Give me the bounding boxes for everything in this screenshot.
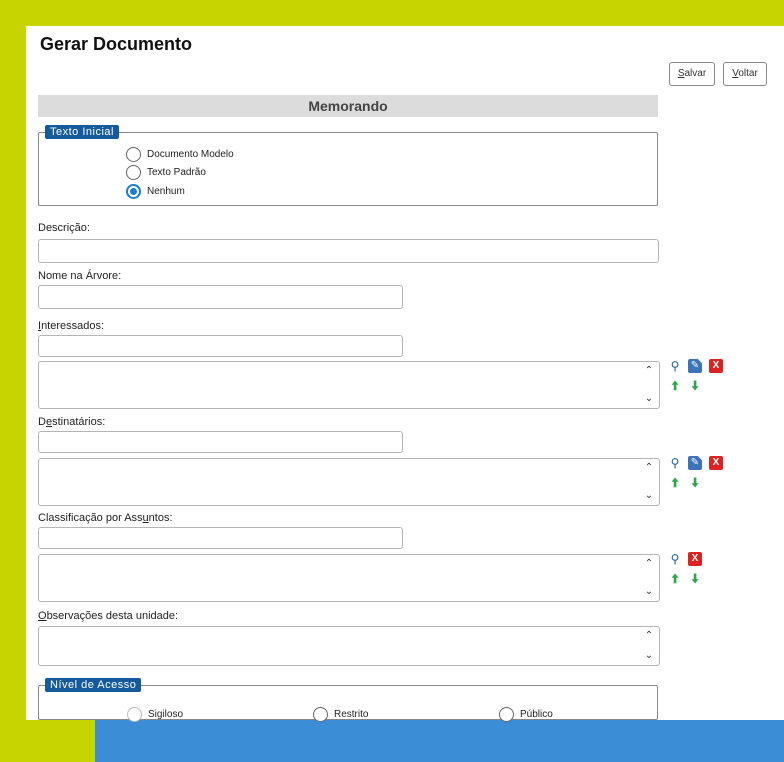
radio-circle[interactable] [499,707,514,722]
destinatarios-label: Destinatários: [38,416,106,428]
classificacao-list[interactable]: ⌃ ⌄ [38,554,660,602]
nome-arvore-label: Nome na Árvore: [38,270,122,282]
descricao-input[interactable] [38,239,659,263]
nome-arvore-input[interactable] [38,285,403,309]
scroll-up-icon[interactable]: ⌃ [643,558,655,570]
interessados-label: Interessados: [38,320,105,332]
nivel-acesso-group: Nível de Acesso Sigiloso Restrito Públic… [38,678,658,722]
scroll-down-icon[interactable]: ⌄ [643,650,655,662]
radio-restrito[interactable]: Restrito [313,707,368,722]
radio-label: Nenhum [147,186,185,197]
main-panel: Gerar Documento Salvar Voltar Memorando … [26,26,784,722]
interessados-list[interactable]: ⌃ ⌄ [38,361,660,409]
radio-label: Público [520,709,553,720]
classificacao-input[interactable] [38,527,403,549]
scroll-up-icon[interactable]: ⌃ [643,462,655,474]
classificacao-tools: ⚲ X 🠩 🠫 [668,552,738,592]
observacoes-label: Observações desta unidade: [38,610,179,622]
observacoes-textarea[interactable]: ⌃ ⌄ [38,626,660,666]
arrow-up-icon[interactable]: 🠩 [668,476,682,490]
destinatarios-list[interactable]: ⌃ ⌄ [38,458,660,506]
radio-label: Texto Padrão [147,167,206,178]
nivel-acesso-legend: Nível de Acesso [45,678,142,692]
arrow-down-icon[interactable]: 🠫 [688,476,702,490]
scroll-down-icon[interactable]: ⌄ [643,393,655,405]
radio-label: Sigiloso [148,709,184,720]
remove-icon[interactable]: X [709,456,723,470]
scroll-down-icon[interactable]: ⌄ [643,586,655,598]
arrow-up-icon[interactable]: 🠩 [668,572,682,586]
destinatarios-input[interactable] [38,431,403,453]
radio-circle-disabled[interactable] [127,707,142,722]
edit-icon[interactable]: ✎ [688,456,702,470]
search-icon[interactable]: ⚲ [668,552,682,566]
interessados-input[interactable] [38,335,403,357]
radio-documento-modelo[interactable]: Documento Modelo [126,147,234,162]
texto-inicial-group: Texto Inicial Documento Modelo Texto Pad… [38,125,658,206]
radio-sigiloso[interactable]: Sigiloso [127,707,183,722]
classificacao-label: Classificação por Assuntos: [38,512,173,524]
search-icon[interactable]: ⚲ [668,359,682,373]
radio-circle[interactable] [126,147,141,162]
arrow-down-icon[interactable]: 🠫 [688,572,702,586]
search-icon[interactable]: ⚲ [668,456,682,470]
radio-nenhum[interactable]: Nenhum [126,184,185,199]
descricao-label: Descrição: [38,222,90,234]
background-band [95,720,784,762]
page-title: Gerar Documento [40,34,193,54]
radio-circle[interactable] [126,165,141,180]
radio-circle[interactable] [313,707,328,722]
scroll-down-icon[interactable]: ⌄ [643,490,655,502]
radio-texto-padrao[interactable]: Texto Padrão [126,165,206,180]
document-type-header: Memorando [38,95,658,117]
remove-icon[interactable]: X [688,552,702,566]
radio-label: Restrito [334,709,369,720]
radio-circle-selected[interactable] [126,184,141,199]
destinatarios-tools: ⚲ ✎ X 🠩 🠫 [668,456,738,496]
back-button[interactable]: Voltar [723,62,767,86]
radio-publico[interactable]: Público [499,707,553,722]
arrow-down-icon[interactable]: 🠫 [688,379,702,393]
remove-icon[interactable]: X [709,359,723,373]
edit-icon[interactable]: ✎ [688,359,702,373]
texto-inicial-legend: Texto Inicial [45,125,119,139]
save-button[interactable]: Salvar [669,62,715,86]
interessados-tools: ⚲ ✎ X 🠩 🠫 [668,359,738,399]
scroll-up-icon[interactable]: ⌃ [643,365,655,377]
arrow-up-icon[interactable]: 🠩 [668,379,682,393]
scroll-up-icon[interactable]: ⌃ [643,630,655,642]
radio-label: Documento Modelo [147,149,234,160]
